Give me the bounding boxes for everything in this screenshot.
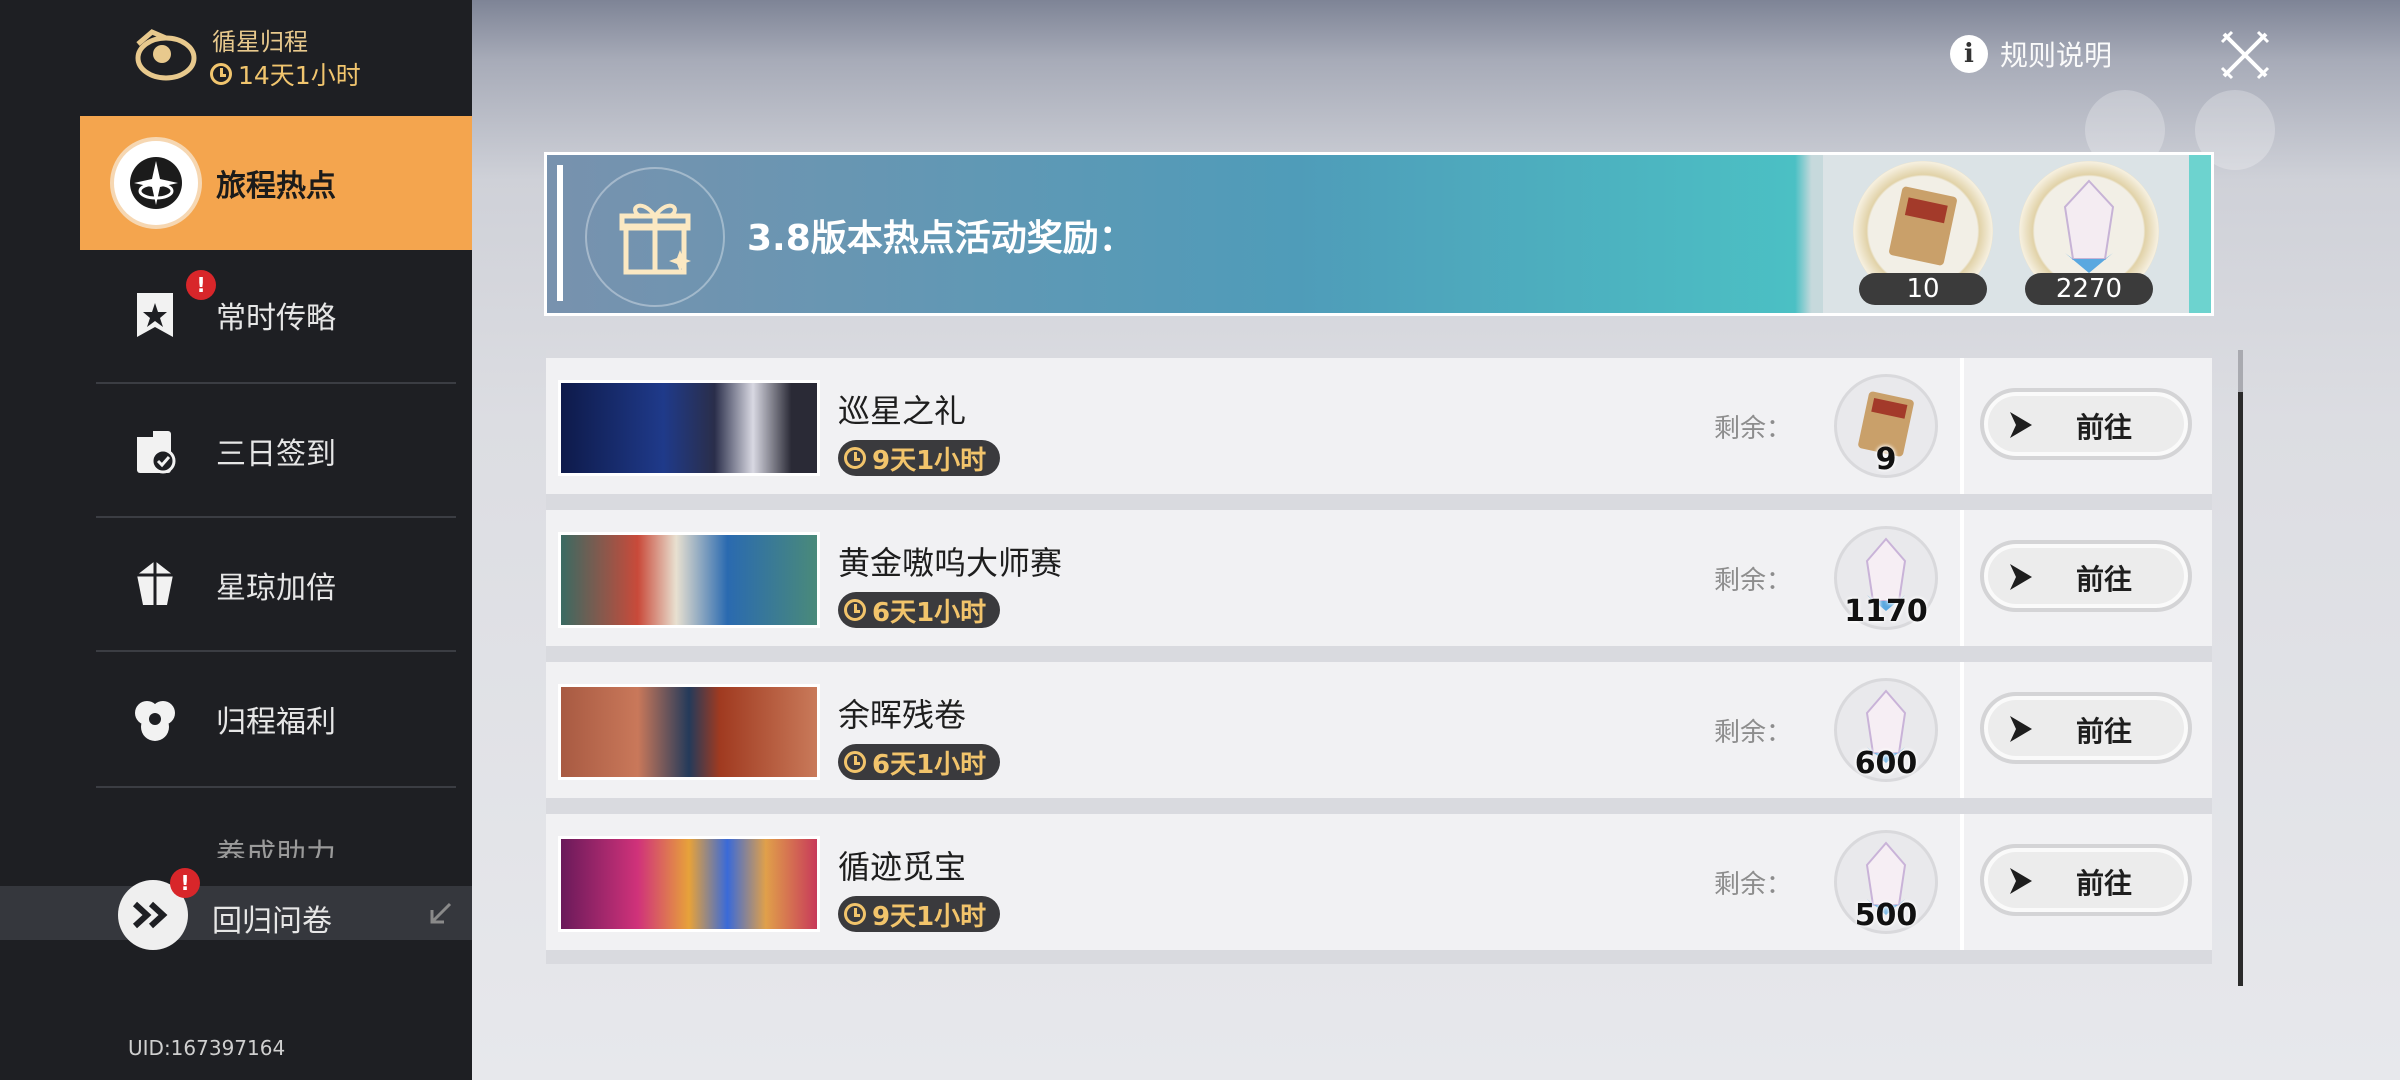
arrow-icon bbox=[2010, 412, 2032, 438]
sidebar-item-growth-boost[interactable]: 养成助力 bbox=[216, 830, 336, 858]
row-separator bbox=[1960, 358, 1964, 494]
activity-timer: 6天1小时 bbox=[838, 592, 1001, 628]
event-timer-text: 14天1小时 bbox=[238, 61, 361, 90]
clock-icon bbox=[210, 63, 232, 85]
sidebar-item-label: 三日签到 bbox=[216, 437, 336, 472]
survey-label[interactable]: 回归问卷 bbox=[212, 896, 332, 940]
banner-accent-bar bbox=[557, 165, 563, 301]
activity-thumbnail[interactable] bbox=[558, 684, 820, 780]
go-button-label: 前往 bbox=[2076, 563, 2133, 596]
activity-thumbnail[interactable] bbox=[558, 836, 820, 932]
row-separator bbox=[1960, 510, 1964, 646]
clock-icon bbox=[844, 447, 866, 469]
sidebar: 循星归程 14天1小时 旅程热点 常时传略 ! 三日签到 星琼加倍 归程福利 养… bbox=[0, 0, 472, 1080]
compass-icon bbox=[110, 137, 202, 229]
activity-row: 余晖残卷 6天1小时 剩余： 600 前往 bbox=[546, 662, 2212, 798]
activity-timer: 9天1小时 bbox=[838, 440, 1001, 476]
user-id: UID:167397164 bbox=[128, 1036, 286, 1060]
activity-timer-text: 9天1小时 bbox=[872, 445, 987, 476]
crystal-icon bbox=[116, 546, 194, 624]
close-icon[interactable] bbox=[2220, 30, 2270, 80]
activity-title: 黄金嗷呜大师赛 bbox=[838, 544, 1063, 582]
scrollbar-track bbox=[2238, 350, 2243, 392]
arrow-icon bbox=[2010, 868, 2032, 894]
activity-thumbnail[interactable] bbox=[558, 532, 820, 628]
sidebar-item-three-day-checkin[interactable]: 三日签到 bbox=[80, 384, 472, 518]
version-reward-banner: 3.8版本热点活动奖励： 10 2270 bbox=[544, 152, 2214, 316]
rules-button[interactable]: i 规则说明 bbox=[1950, 34, 2112, 74]
clock-icon bbox=[844, 599, 866, 621]
arrow-icon bbox=[2010, 564, 2032, 590]
go-button[interactable]: 前往 bbox=[1980, 692, 2192, 764]
go-button[interactable]: 前往 bbox=[1980, 388, 2192, 460]
stellar-jade-icon: 2270 bbox=[2019, 161, 2159, 305]
star-bookmark-icon bbox=[116, 276, 194, 354]
sidebar-item-label: 归程福利 bbox=[216, 705, 336, 740]
remaining-label: 剩余： bbox=[1714, 414, 1793, 444]
row-separator bbox=[1960, 662, 1964, 798]
collapse-arrow-icon[interactable] bbox=[424, 898, 456, 930]
activity-thumbnail[interactable] bbox=[558, 380, 820, 476]
activity-row: 循迹觅宝 9天1小时 剩余： 500 前往 bbox=[546, 814, 2212, 950]
clock-icon bbox=[844, 751, 866, 773]
reward-count: 600 bbox=[1854, 746, 1918, 781]
sidebar-item-label: 星琼加倍 bbox=[216, 571, 336, 606]
banner-edge bbox=[2189, 155, 2211, 313]
pass-ticket-icon: 10 bbox=[1853, 161, 1993, 305]
event-logo-icon bbox=[135, 29, 197, 81]
activity-timer: 6天1小时 bbox=[838, 744, 1001, 780]
reward-count: 2270 bbox=[2025, 273, 2153, 305]
go-button[interactable]: 前往 bbox=[1980, 540, 2192, 612]
checkin-icon bbox=[116, 412, 194, 490]
event-title: 循星归程 bbox=[212, 28, 308, 56]
go-button-label: 前往 bbox=[2076, 411, 2133, 444]
sidebar-item-label: 常时传略 bbox=[216, 301, 336, 336]
remaining-label: 剩余： bbox=[1714, 566, 1793, 596]
reward-count: 10 bbox=[1859, 273, 1987, 305]
activity-title: 余晖残卷 bbox=[838, 696, 967, 734]
activity-timer-text: 9天1小时 bbox=[872, 901, 987, 932]
sidebar-item-label: 旅程热点 bbox=[216, 169, 336, 204]
activity-timer-text: 6天1小时 bbox=[872, 749, 987, 780]
info-icon: i bbox=[1950, 35, 1988, 73]
sidebar-item-return-benefits[interactable]: 归程福利 bbox=[80, 652, 472, 786]
activity-timer: 9天1小时 bbox=[838, 896, 1001, 932]
go-button-label: 前往 bbox=[2076, 715, 2133, 748]
clock-icon bbox=[844, 903, 866, 925]
activity-row: 黄金嗷呜大师赛 6天1小时 剩余： 1170 前往 bbox=[546, 510, 2212, 646]
activity-row: 巡星之礼 9天1小时 剩余： 9 前往 bbox=[546, 358, 2212, 494]
alert-badge: ! bbox=[170, 868, 200, 898]
gift-flower-icon bbox=[116, 680, 194, 758]
arrow-icon bbox=[2010, 716, 2032, 742]
reward-count: 9 bbox=[1875, 442, 1897, 477]
activity-timer-text: 6天1小时 bbox=[872, 597, 987, 628]
divider bbox=[96, 786, 456, 788]
reward-count: 1170 bbox=[1844, 594, 1928, 629]
remaining-label: 剩余： bbox=[1714, 718, 1793, 748]
go-button-label: 前往 bbox=[2076, 867, 2133, 900]
scrollbar[interactable] bbox=[2238, 392, 2243, 986]
rules-label: 规则说明 bbox=[2000, 39, 2113, 72]
gift-icon bbox=[585, 167, 725, 307]
event-timer: 14天1小时 bbox=[210, 56, 361, 92]
alert-badge: ! bbox=[186, 270, 216, 300]
remaining-label: 剩余： bbox=[1714, 870, 1793, 900]
row-separator bbox=[1960, 814, 1964, 950]
activity-title: 巡星之礼 bbox=[838, 392, 967, 430]
sidebar-item-regular-biography[interactable]: 常时传略 bbox=[80, 248, 472, 382]
banner-title: 3.8版本热点活动奖励： bbox=[747, 218, 1135, 259]
sidebar-item-stellar-jade-double[interactable]: 星琼加倍 bbox=[80, 518, 472, 652]
banner-reward-panel: 10 2270 bbox=[1823, 155, 2193, 313]
go-button[interactable]: 前往 bbox=[1980, 844, 2192, 916]
reward-count: 500 bbox=[1854, 898, 1918, 933]
sidebar-item-journey-hotspot[interactable]: 旅程热点 bbox=[80, 116, 472, 250]
activity-title: 循迹觅宝 bbox=[838, 848, 967, 886]
